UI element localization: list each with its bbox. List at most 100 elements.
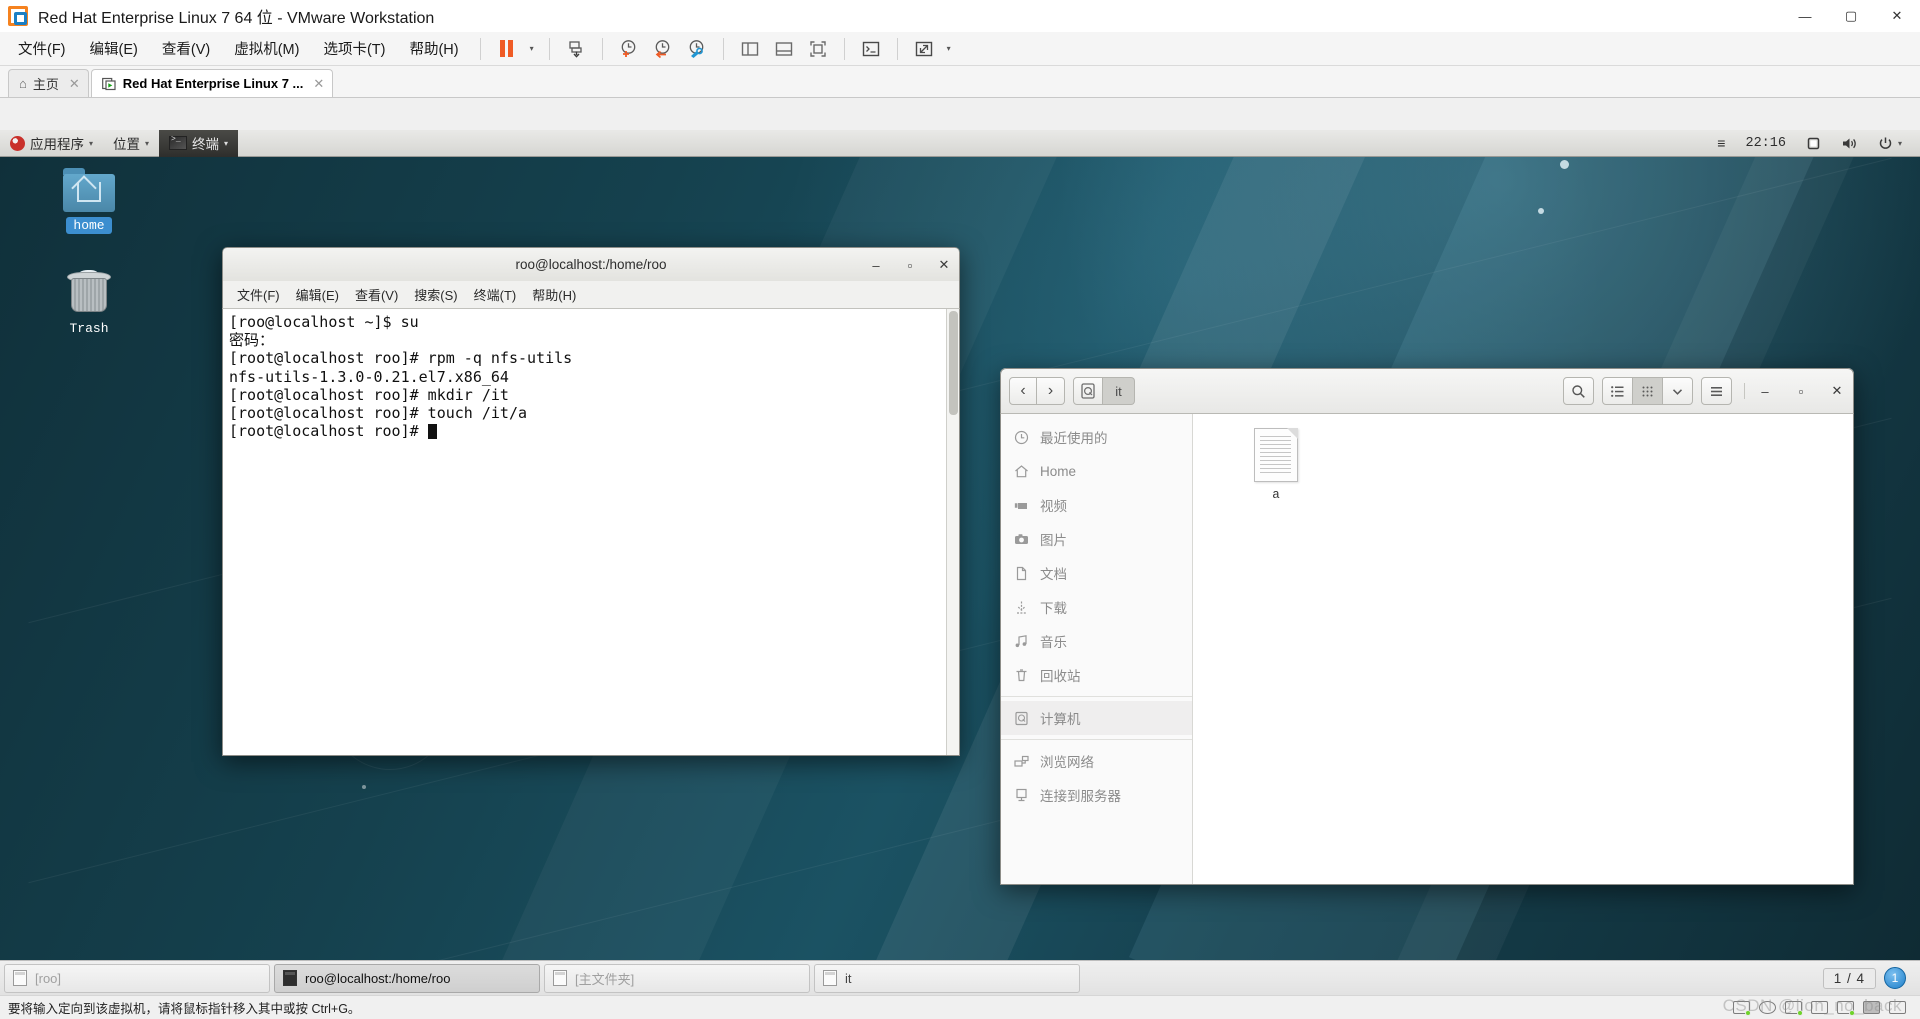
- window-menu-terminal[interactable]: 终端 ▾: [159, 130, 239, 157]
- sidebar-item-music[interactable]: 音乐: [1001, 624, 1192, 658]
- tab-home[interactable]: ⌂ 主页 ✕: [8, 69, 89, 97]
- taskbar-terminal[interactable]: roo@localhost:/home/roo: [274, 963, 540, 993]
- fm-minimize-button[interactable]: ‒: [1757, 384, 1773, 399]
- term-menu-search[interactable]: 搜索(S): [406, 282, 465, 307]
- chevron-down-icon: ▾: [145, 138, 150, 148]
- terminal-close-button[interactable]: ✕: [935, 257, 953, 273]
- show-library-button[interactable]: [733, 35, 767, 63]
- term-menu-edit[interactable]: 编辑(E): [288, 282, 347, 307]
- term-menu-help[interactable]: 帮助(H): [524, 282, 584, 307]
- taskbar-roo[interactable]: [roo]: [4, 963, 270, 993]
- sidebar-item-documents[interactable]: 文档: [1001, 556, 1192, 590]
- network-device-icon[interactable]: [1785, 1001, 1803, 1016]
- file-item-a[interactable]: a: [1233, 428, 1319, 502]
- volume-button[interactable]: [1831, 130, 1868, 157]
- forward-button[interactable]: ›: [1037, 377, 1065, 405]
- desktop-icon-trash[interactable]: Trash: [46, 268, 132, 337]
- menu-tabs[interactable]: 选项卡(T): [311, 34, 397, 63]
- guest-vm-screen[interactable]: 应用程序 ▾ 位置 ▾ 终端 ▾ ≡ 22:16: [0, 130, 1920, 960]
- tray-menu-button[interactable]: ≡: [1707, 130, 1735, 157]
- sound-device-icon[interactable]: [1837, 1001, 1855, 1016]
- menu-file[interactable]: 文件(F): [6, 34, 78, 63]
- sidebar-item-computer[interactable]: 计算机: [1001, 701, 1192, 735]
- revert-snapshot-button[interactable]: [646, 35, 680, 63]
- sidebar-item-trash[interactable]: 回收站: [1001, 658, 1192, 692]
- enter-fullscreen-button[interactable]: [907, 35, 941, 63]
- breadcrumb-it[interactable]: it: [1103, 377, 1135, 405]
- terminal-window[interactable]: roo@localhost:/home/roo ‒ ▫ ✕ 文件(F) 编辑(E…: [222, 247, 960, 756]
- sidebar-item-connect-server[interactable]: 连接到服务器: [1001, 778, 1192, 812]
- term-menu-view[interactable]: 查看(V): [347, 282, 406, 307]
- sidebar-item-recent[interactable]: 最近使用的: [1001, 420, 1192, 454]
- term-menu-terminal[interactable]: 终端(T): [466, 282, 525, 307]
- terminal-line: [roo@localhost ~]$ su: [229, 313, 419, 331]
- display-device-icon[interactable]: [1889, 1001, 1906, 1014]
- close-button[interactable]: ✕: [1874, 0, 1920, 32]
- console-view-button[interactable]: [854, 35, 888, 63]
- printer-device-icon[interactable]: [1863, 1001, 1880, 1014]
- tab-close-icon[interactable]: ✕: [313, 76, 324, 92]
- vmware-taskbar: [roo] roo@localhost:/home/roo [主文件夹] it …: [0, 960, 1920, 995]
- snapshot-manager-icon: [568, 40, 582, 58]
- list-view-button[interactable]: [1602, 377, 1633, 405]
- desktop-icon-home[interactable]: home: [46, 168, 132, 234]
- terminal-maximize-button[interactable]: ▫: [901, 258, 919, 273]
- sidebar-item-home[interactable]: Home: [1001, 454, 1192, 488]
- fm-close-button[interactable]: ✕: [1829, 383, 1845, 399]
- clock[interactable]: 22:16: [1735, 130, 1796, 157]
- document-icon: [1013, 565, 1030, 582]
- applications-menu[interactable]: 应用程序 ▾: [0, 130, 103, 157]
- take-snapshot-button[interactable]: [612, 35, 646, 63]
- page-badge[interactable]: 1: [1884, 967, 1906, 989]
- menu-edit[interactable]: 编辑(E): [78, 34, 150, 63]
- menu-vm[interactable]: 虚拟机(M): [222, 34, 311, 63]
- tab-rhel7[interactable]: Red Hat Enterprise Linux 7 ... ✕: [90, 69, 334, 97]
- sidebar-item-videos[interactable]: 视频: [1001, 488, 1192, 522]
- minimize-button[interactable]: —: [1782, 0, 1828, 32]
- notification-button[interactable]: [1796, 130, 1831, 157]
- harddisk-device-icon[interactable]: [1733, 1001, 1751, 1016]
- fullscreen-dropdown-caret-icon[interactable]: ▾: [941, 35, 957, 63]
- cdrom-device-icon[interactable]: [1759, 1001, 1776, 1014]
- fit-guest-now-button[interactable]: [801, 35, 835, 63]
- pause-button[interactable]: [490, 35, 524, 63]
- menu-help[interactable]: 帮助(H): [397, 34, 470, 63]
- show-thumbnail-bar-button[interactable]: [767, 35, 801, 63]
- terminal-minimize-button[interactable]: ‒: [867, 258, 885, 273]
- places-menu[interactable]: 位置 ▾: [103, 130, 159, 157]
- grid-view-button[interactable]: [1633, 377, 1663, 405]
- terminal-body[interactable]: [roo@localhost ~]$ su 密码： [root@localhos…: [222, 309, 960, 756]
- taskbar-it[interactable]: it: [814, 963, 1080, 993]
- maximize-button[interactable]: ▢: [1828, 0, 1874, 32]
- file-manager-content[interactable]: a: [1193, 414, 1853, 884]
- tab-close-icon[interactable]: ✕: [69, 76, 80, 92]
- snapshot-manager-button[interactable]: [559, 35, 593, 63]
- terminal-scrollbar[interactable]: [946, 309, 959, 755]
- breadcrumb-computer[interactable]: [1073, 377, 1103, 405]
- sidebar-item-downloads[interactable]: 下载: [1001, 590, 1192, 624]
- terminal-window-controls: ‒ ▫ ✕: [867, 248, 953, 282]
- hamburger-menu-button[interactable]: [1701, 377, 1732, 405]
- term-menu-file[interactable]: 文件(F): [229, 282, 288, 307]
- fm-maximize-button[interactable]: ▫: [1793, 384, 1809, 399]
- back-button[interactable]: ‹: [1009, 377, 1037, 405]
- sidebar-item-network[interactable]: 浏览网络: [1001, 744, 1192, 778]
- power-button[interactable]: ▾: [1868, 130, 1912, 157]
- file-manager-header: ‹ › it ‒ ▫ ✕: [1000, 368, 1854, 414]
- power-dropdown-caret-icon[interactable]: ▾: [524, 35, 540, 63]
- disk-icon: [1081, 383, 1095, 399]
- scrollbar-thumb[interactable]: [949, 311, 958, 415]
- file-manager-window[interactable]: ‹ › it ‒ ▫ ✕ 最近使用的 Home 视频 图片 文档 下载 音乐 回…: [1000, 368, 1854, 885]
- manage-snapshots-button[interactable]: [680, 35, 714, 63]
- terminal-output[interactable]: [roo@localhost ~]$ su 密码： [root@localhos…: [223, 309, 946, 755]
- taskbar-home-folder[interactable]: [主文件夹]: [544, 963, 810, 993]
- music-icon: [1013, 633, 1030, 650]
- tab-home-label: 主页: [32, 77, 59, 92]
- taskbar-item-label: [roo]: [35, 970, 62, 986]
- search-button[interactable]: [1563, 377, 1594, 405]
- view-options-button[interactable]: [1663, 377, 1693, 405]
- usb-device-icon[interactable]: [1811, 1001, 1828, 1014]
- home-folder-icon: [63, 168, 115, 212]
- menu-view[interactable]: 查看(V): [150, 34, 222, 63]
- sidebar-item-pictures[interactable]: 图片: [1001, 522, 1192, 556]
